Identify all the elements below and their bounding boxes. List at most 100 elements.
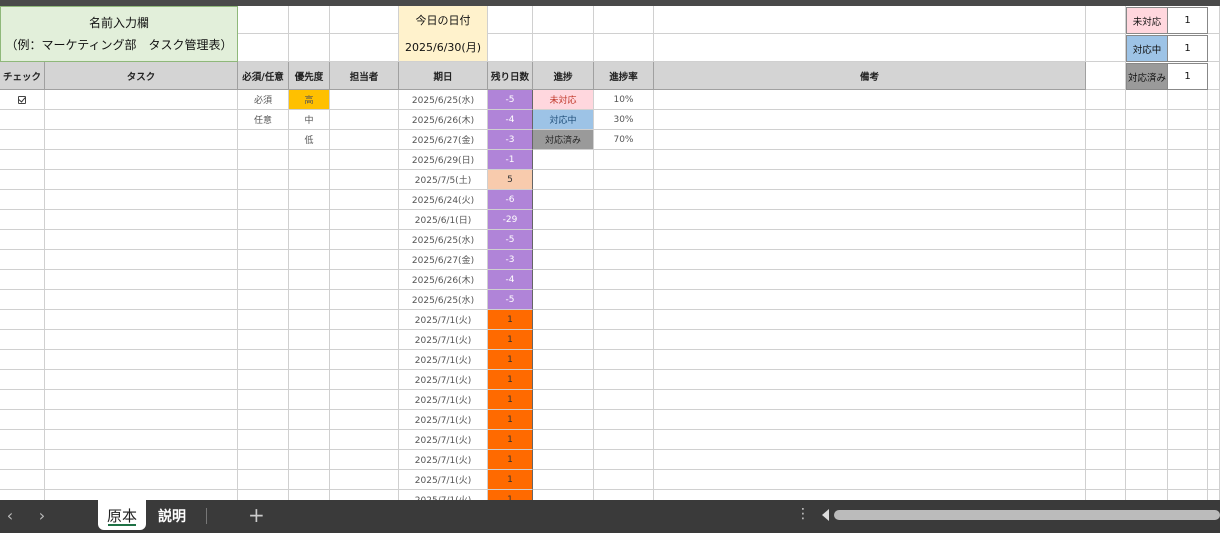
empty-cell[interactable] <box>1126 390 1168 410</box>
cell-check[interactable] <box>0 270 45 290</box>
cell-priority[interactable] <box>289 430 330 450</box>
cell-due[interactable]: 2025/6/26(木) <box>399 270 488 290</box>
empty-cell[interactable] <box>1208 290 1220 310</box>
empty-cell[interactable] <box>654 6 1086 34</box>
cell-required[interactable] <box>238 230 289 250</box>
empty-cell[interactable] <box>1208 430 1220 450</box>
cell-priority[interactable] <box>289 370 330 390</box>
empty-cell[interactable] <box>1086 110 1126 130</box>
cell-priority[interactable] <box>289 450 330 470</box>
empty-cell[interactable] <box>238 34 289 62</box>
empty-cell[interactable] <box>1168 410 1208 430</box>
cell-check[interactable] <box>0 290 45 310</box>
cell-required[interactable] <box>238 350 289 370</box>
empty-cell[interactable] <box>1126 310 1168 330</box>
cell-required[interactable] <box>238 370 289 390</box>
empty-cell[interactable] <box>1126 130 1168 150</box>
cell-assignee[interactable] <box>330 330 399 350</box>
cell-due[interactable]: 2025/7/1(火) <box>399 390 488 410</box>
col-header-note[interactable]: 備考 <box>654 62 1086 90</box>
col-header-required[interactable]: 必須/任意 <box>238 62 289 90</box>
cell-assignee[interactable] <box>330 270 399 290</box>
empty-cell[interactable] <box>1126 410 1168 430</box>
add-sheet-button[interactable]: + <box>248 503 265 527</box>
cell-rate[interactable] <box>594 350 654 370</box>
empty-cell[interactable] <box>1086 290 1126 310</box>
cell-task[interactable] <box>45 210 238 230</box>
cell-remaining[interactable]: 1 <box>488 350 533 370</box>
cell-progress[interactable] <box>533 210 594 230</box>
cell-note[interactable] <box>654 470 1086 490</box>
cell-note[interactable] <box>654 350 1086 370</box>
empty-cell[interactable] <box>1126 110 1168 130</box>
cell-check[interactable] <box>0 170 45 190</box>
cell-task[interactable] <box>45 330 238 350</box>
empty-cell[interactable] <box>1168 190 1208 210</box>
empty-cell[interactable] <box>1168 150 1208 170</box>
cell-progress[interactable] <box>533 330 594 350</box>
empty-cell[interactable] <box>1208 330 1220 350</box>
empty-cell[interactable] <box>1126 190 1168 210</box>
cell-progress[interactable] <box>533 490 594 500</box>
cell-required[interactable]: 任意 <box>238 110 289 130</box>
cell-note[interactable] <box>654 130 1086 150</box>
cell-assignee[interactable] <box>330 190 399 210</box>
col-header-rate[interactable]: 進捗率 <box>594 62 654 90</box>
cell-note[interactable] <box>654 390 1086 410</box>
cell-check[interactable] <box>0 370 45 390</box>
cell-note[interactable] <box>654 90 1086 110</box>
empty-cell[interactable] <box>1168 250 1208 270</box>
cell-note[interactable] <box>654 230 1086 250</box>
cell-check[interactable] <box>0 250 45 270</box>
cell-remaining[interactable]: 1 <box>488 330 533 350</box>
cell-remaining[interactable]: -29 <box>488 210 533 230</box>
cell-rate[interactable] <box>594 270 654 290</box>
cell-remaining[interactable]: 1 <box>488 430 533 450</box>
cell-task[interactable] <box>45 110 238 130</box>
cell-rate[interactable]: 70% <box>594 130 654 150</box>
empty-cell[interactable] <box>1168 270 1208 290</box>
cell-note[interactable] <box>654 490 1086 500</box>
cell-note[interactable] <box>654 210 1086 230</box>
cell-assignee[interactable] <box>330 370 399 390</box>
today-date-box[interactable]: 今日の日付 2025/6/30(月) <box>399 6 488 62</box>
cell-priority[interactable] <box>289 310 330 330</box>
empty-cell[interactable] <box>1168 390 1208 410</box>
cell-required[interactable] <box>238 130 289 150</box>
cell-assignee[interactable] <box>330 170 399 190</box>
cell-progress[interactable] <box>533 170 594 190</box>
legend-count-0[interactable]: 1 <box>1168 7 1208 34</box>
empty-cell[interactable] <box>1086 330 1126 350</box>
empty-cell[interactable] <box>1126 350 1168 370</box>
empty-cell[interactable] <box>289 6 330 34</box>
cell-required[interactable] <box>238 170 289 190</box>
cell-rate[interactable] <box>594 470 654 490</box>
cell-remaining[interactable]: -5 <box>488 290 533 310</box>
empty-cell[interactable] <box>1086 62 1126 90</box>
cell-rate[interactable] <box>594 370 654 390</box>
cell-assignee[interactable] <box>330 430 399 450</box>
empty-cell[interactable] <box>1126 430 1168 450</box>
empty-cell[interactable] <box>1208 350 1220 370</box>
cell-priority[interactable] <box>289 490 330 500</box>
cell-rate[interactable] <box>594 330 654 350</box>
empty-cell[interactable] <box>330 34 399 62</box>
cell-check[interactable] <box>0 130 45 150</box>
empty-cell[interactable] <box>1086 6 1126 34</box>
empty-cell[interactable] <box>1126 90 1168 110</box>
empty-cell[interactable] <box>1086 210 1126 230</box>
cell-task[interactable] <box>45 130 238 150</box>
horizontal-scrollbar[interactable] <box>834 510 1220 520</box>
cell-task[interactable] <box>45 390 238 410</box>
cell-task[interactable] <box>45 490 238 500</box>
cell-note[interactable] <box>654 330 1086 350</box>
col-header-due[interactable]: 期日 <box>399 62 488 90</box>
cell-task[interactable] <box>45 190 238 210</box>
cell-due[interactable]: 2025/6/27(金) <box>399 250 488 270</box>
cell-note[interactable] <box>654 270 1086 290</box>
cell-remaining[interactable]: -3 <box>488 250 533 270</box>
cell-task[interactable] <box>45 430 238 450</box>
empty-cell[interactable] <box>330 6 399 34</box>
cell-note[interactable] <box>654 150 1086 170</box>
cell-note[interactable] <box>654 190 1086 210</box>
